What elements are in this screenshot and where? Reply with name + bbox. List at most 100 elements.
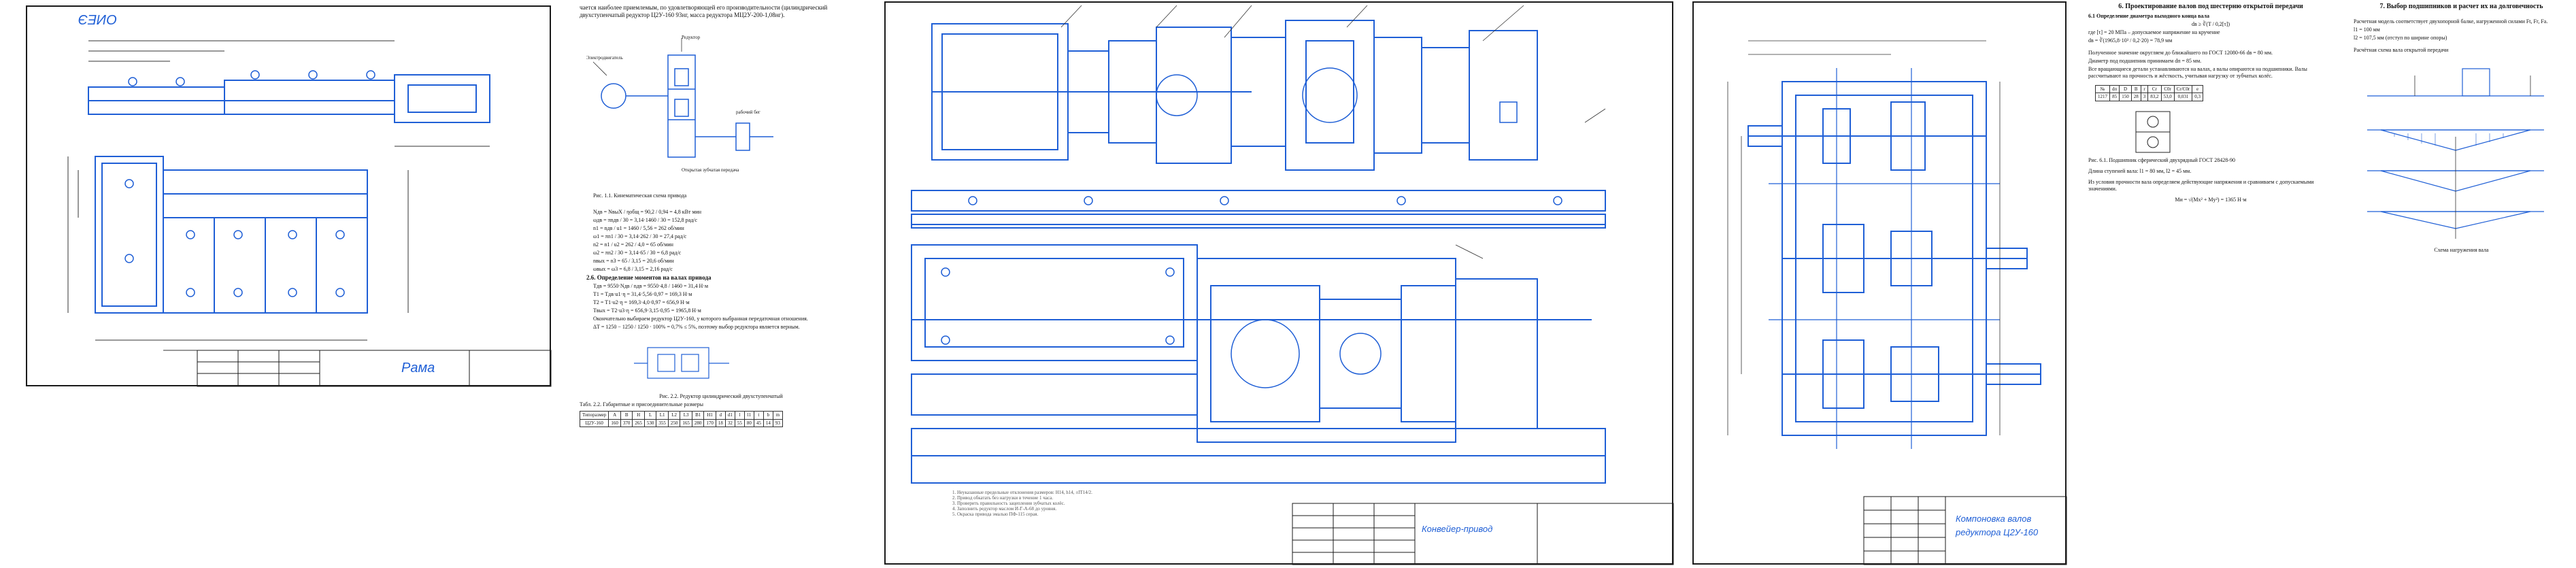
table-cell: 0,3 [2192, 93, 2203, 101]
table-header: Cr [2147, 84, 2162, 94]
gearbox-sketch-svg [634, 347, 729, 379]
sheet-gearbox: Компоновка валов редуктора Ц2У-160 [1687, 0, 2071, 568]
calc-line: ωвых = ω3 = 6,8 / 3,15 = 2,16 рад/с [593, 265, 673, 272]
fig2-caption: Рис. 2.2. Редуктор цилиндрический двухст… [659, 392, 783, 399]
table-cell: 80 [743, 418, 754, 428]
bearing-table: № dп D B r Cr C0r Cr/C0r e 1217 85 150 2… [2095, 84, 2203, 102]
shaft-p1: Полученное значение округляем до ближайш… [2088, 49, 2273, 56]
table-cell: 3 [2140, 93, 2149, 101]
table-header: B [2130, 84, 2141, 94]
table-caption: Табл. 2.2. Габаритные и присоединительны… [580, 401, 704, 407]
table-cell: 85 [2109, 93, 2120, 101]
assembly-stamp-label: Конвейер-привод [1422, 524, 1493, 534]
kinematics-intro: чается наиболее приемлемым, по удовлетво… [580, 4, 828, 19]
table-header: L1 [656, 410, 669, 420]
table-header: H1 [703, 410, 716, 420]
calc-line: ωдв = πnдв / 30 = 3,14·1460 / 30 = 152,8… [593, 216, 698, 223]
table-header: D [2119, 84, 2132, 94]
frame-drawing-svg [67, 40, 552, 387]
note: 1. Неуказанные предельные отклонения раз… [952, 490, 1092, 495]
table-header-row: № dп D B r Cr C0r Cr/C0r e [2095, 84, 2203, 94]
gearbox-stamp-line1: Компоновка валов [1956, 514, 2032, 524]
label-motor: Электродвигатель [586, 54, 623, 61]
dimensions-table: Типоразмер A B H L L1 L2 L3 B1 H1 d d1 l… [579, 410, 783, 428]
table-header: dп [2109, 84, 2120, 94]
shaft-fig-caption: Рис. 6.1. Подшипник сферический двухрядн… [2088, 157, 2235, 163]
table-header: Типоразмер [579, 410, 609, 420]
table-cell: 45 [753, 418, 764, 428]
calc-line: n1 = nдв / u1 = 1460 / 5,56 = 262 об/мин [593, 224, 684, 231]
table-cell: 250 [667, 418, 681, 428]
note: 4. Заполнить редуктор маслом И-Г-А-68 до… [952, 506, 1057, 512]
table-header: r [2140, 84, 2149, 94]
kinematic-scheme: Электродвигатель Редуктор рабочий бег От… [580, 21, 863, 191]
table-header-row: Типоразмер A B H L L1 L2 L3 B1 H1 d d1 l… [579, 410, 783, 420]
torque-block: Tдв = 9550·Nдв / nдв = 9550·4,8 / 1460 =… [593, 283, 863, 331]
gearbox-svg [1727, 40, 2067, 565]
table-cell: 83,2 [2147, 93, 2162, 101]
label-gearbox: Редуктор [682, 34, 701, 40]
gearbox-sketch [634, 337, 863, 392]
load-diagram-svg [2367, 67, 2544, 239]
calc-line: n2 = n1 / u2 = 262 / 4,0 = 65 об/мин [593, 241, 673, 248]
formula2: Mи = √(Mx² + My²) = 1365 Н·м [2175, 197, 2247, 203]
fig1-caption: Рис. 1.1. Кинематическая схема привода [593, 192, 687, 199]
table-header: H [632, 410, 645, 420]
table-cell: 93 [772, 418, 783, 428]
label-transmission: Открытая зубчатая передача [682, 167, 739, 173]
table-row: Ц2У-160 160 370 265 530 355 250 165 280 … [579, 418, 783, 428]
sheet-kinematics: чается наиболее приемлемым, по удовлетво… [571, 0, 871, 568]
table-cell: 370 [620, 418, 633, 428]
shaft-heading: 6. Проектирование валов под шестерню отк… [2118, 3, 2303, 10]
table-header: A [608, 410, 621, 420]
table-header: t [753, 410, 764, 420]
table-cell: 55 [734, 418, 745, 428]
table-cell: 355 [656, 418, 669, 428]
frame-stamp-label: Рама [401, 361, 435, 375]
formula1-note: где [τ] = 20 МПа – допускаемое напряжени… [2088, 29, 2220, 35]
table-cell: 530 [643, 418, 657, 428]
shaft-p4: Длина ступеней вала: l1 = 80 мм, l2 = 45… [2088, 168, 2192, 174]
label-drum: рабочий бег [736, 109, 760, 115]
conclusion: Окончательно выбираем редуктор Ц2У-160, … [593, 315, 808, 322]
torque-line: Tвых = T2·u3·η = 656,9·3,15·0,95 = 1965,… [593, 307, 701, 314]
bearings-p1: Расчетная модель соответствует двухопорн… [2354, 18, 2548, 24]
delta-line: ΔT = 1250 − 1250 / 1250 · 100% = 0,7% ≤ … [593, 323, 800, 330]
table-cell: 165 [680, 418, 692, 428]
shaft-p5: Из условия прочности вала определяем дей… [2088, 179, 2314, 192]
bearings-p2: l1 = 100 мм [2354, 26, 2380, 33]
table-cell: 18 [715, 418, 726, 428]
sheet-assembly: 1. Неуказанные предельные отклонения раз… [871, 0, 1687, 568]
torque-line: Tдв = 9550·Nдв / nдв = 9550·4,8 / 1460 =… [593, 282, 709, 289]
table-header: № [2095, 84, 2110, 94]
calc-line: Nдв = NвыХ / ηобщ = 90,2 / 0,94 = 4,8 кВ… [593, 208, 702, 215]
torque-line: T2 = T1·u2·η = 169,3·4,0·0,97 = 656,9 Н·… [593, 299, 690, 305]
table-header: B1 [691, 410, 705, 420]
sheet-shaft-design: 6. Проектирование валов под шестерню отк… [2081, 0, 2340, 568]
table-header: l [734, 410, 745, 420]
shaft-p3: Все вращающиеся детали устанавливаются н… [2088, 65, 2307, 79]
torque-line: T1 = Tдв·u1·η = 31,4·5,56·0,97 = 169,3 Н… [593, 290, 692, 297]
table-cell: 150 [2119, 93, 2132, 101]
table-header: C0r [2160, 84, 2175, 94]
note: 2. Привод обкатать без нагрузки в течени… [952, 495, 1053, 501]
table-header: L [643, 410, 657, 420]
section2-heading: 2.6. Определение моментов на валах приво… [586, 273, 712, 281]
shaft-p2: Диаметр под подшипник принимаем dп = 85 … [2088, 57, 2202, 64]
bearing-sketch-svg [2135, 111, 2171, 153]
diagram-label: Схема нагружения вала [2434, 246, 2489, 253]
assembly-notes: 1. Неуказанные предельные отклонения раз… [952, 490, 1197, 517]
table-cell: 1217 [2095, 93, 2110, 101]
bearing-sketch [2129, 108, 2333, 156]
table-header: d [715, 410, 726, 420]
table-header: e [2192, 84, 2203, 94]
note: 3. Проверить правильность зацепления зуб… [952, 501, 1065, 506]
table-cell: 280 [691, 418, 705, 428]
load-diagram [2354, 55, 2569, 246]
table-header: l1 [743, 410, 754, 420]
bearings-p4: Расчётная схема вала открытой передачи [2354, 46, 2449, 53]
table-cell: 170 [703, 418, 716, 428]
table-cell: 28 [2130, 93, 2141, 101]
table-cell: 0,031 [2173, 93, 2193, 101]
bearings-heading: 7. Выбор подшипников и расчет их на долг… [2379, 3, 2543, 10]
